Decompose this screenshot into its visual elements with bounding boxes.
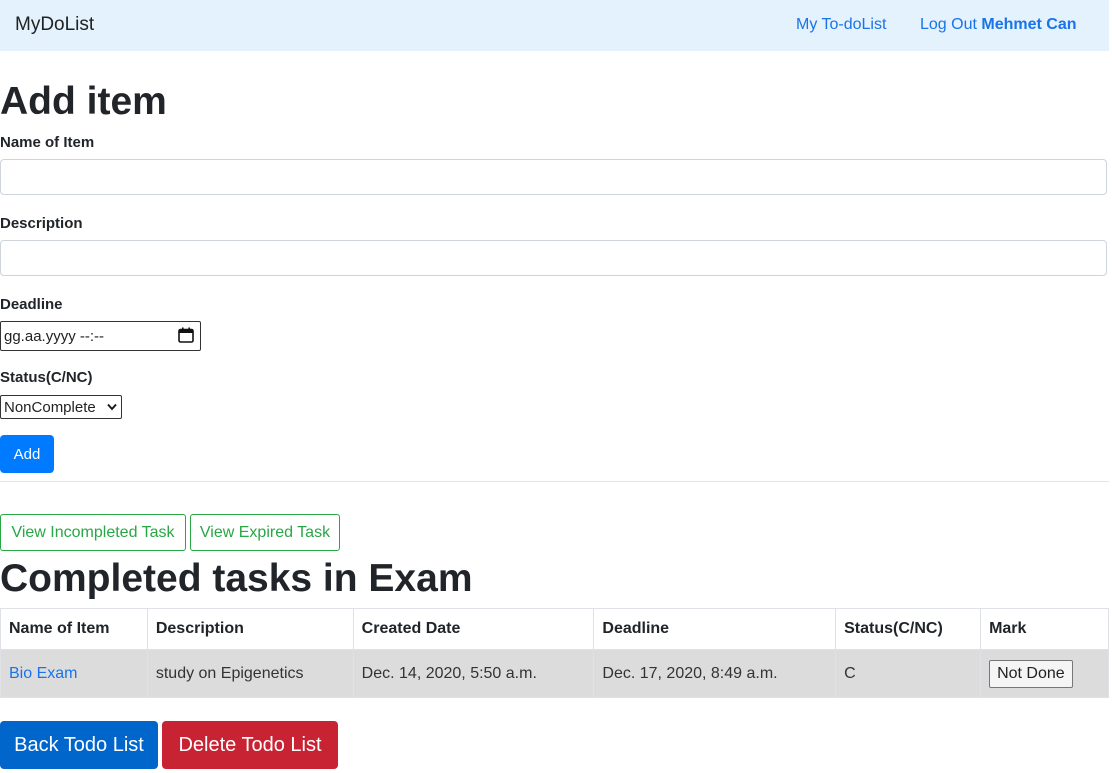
not-done-button[interactable]: Not Done xyxy=(989,659,1073,688)
column-header-deadline: Deadline xyxy=(593,608,837,650)
add-button[interactable]: Add xyxy=(0,435,54,473)
column-header-description: Description xyxy=(146,608,354,650)
navbar-brand[interactable]: MyDoList xyxy=(15,14,94,36)
name-of-item-input[interactable] xyxy=(0,159,1107,195)
calendar-icon[interactable] xyxy=(178,327,194,343)
delete-todo-list-button[interactable]: Delete Todo List xyxy=(162,721,338,769)
divider xyxy=(0,481,1109,482)
cell-name: Bio Exam xyxy=(0,649,148,698)
status-label: Status(C/NC) xyxy=(0,369,93,386)
view-incompleted-task-button[interactable]: View Incompleted Task xyxy=(0,514,186,551)
column-header-name: Name of Item xyxy=(0,608,148,650)
completed-tasks-table: Name of Item Description Created Date De… xyxy=(0,608,1109,698)
deadline-placeholder: gg.aa.yyyy --:-- xyxy=(4,328,105,345)
cell-description: study on Epigenetics xyxy=(146,649,354,698)
add-item-title: Add item xyxy=(0,80,167,123)
description-label: Description xyxy=(0,215,83,232)
cell-mark: Not Done xyxy=(980,649,1109,698)
view-expired-task-button[interactable]: View Expired Task xyxy=(190,514,340,551)
cell-created-date: Dec. 14, 2020, 5:50 a.m. xyxy=(352,649,595,698)
table-row: Bio Exam study on Epigenetics Dec. 14, 2… xyxy=(0,649,1109,698)
column-header-status: Status(C/NC) xyxy=(835,608,982,650)
table-header-row: Name of Item Description Created Date De… xyxy=(0,608,1109,650)
item-link[interactable]: Bio Exam xyxy=(9,665,77,682)
navbar: MyDoList My To-doList Log Out Mehmet Can xyxy=(0,0,1109,51)
deadline-label: Deadline xyxy=(0,296,63,313)
username: Mehmet Can xyxy=(981,16,1077,33)
chevron-down-icon xyxy=(107,403,117,411)
deadline-input[interactable]: gg.aa.yyyy --:-- xyxy=(0,321,201,351)
name-of-item-label: Name of Item xyxy=(0,134,95,151)
logout-link[interactable]: Log Out Mehmet Can xyxy=(920,16,1077,34)
column-header-created-date: Created Date xyxy=(352,608,595,650)
cell-deadline: Dec. 17, 2020, 8:49 a.m. xyxy=(593,649,837,698)
back-todo-list-button[interactable]: Back Todo List xyxy=(0,721,158,769)
completed-tasks-title: Completed tasks in Exam xyxy=(0,557,473,600)
status-selected-value: NonComplete xyxy=(4,399,96,416)
column-header-mark: Mark xyxy=(980,608,1109,650)
logout-label: Log Out xyxy=(920,16,977,33)
my-todo-list-link[interactable]: My To-doList xyxy=(796,16,886,34)
description-input[interactable] xyxy=(0,240,1107,276)
cell-status: C xyxy=(835,649,982,698)
status-select[interactable]: NonComplete xyxy=(0,395,122,419)
